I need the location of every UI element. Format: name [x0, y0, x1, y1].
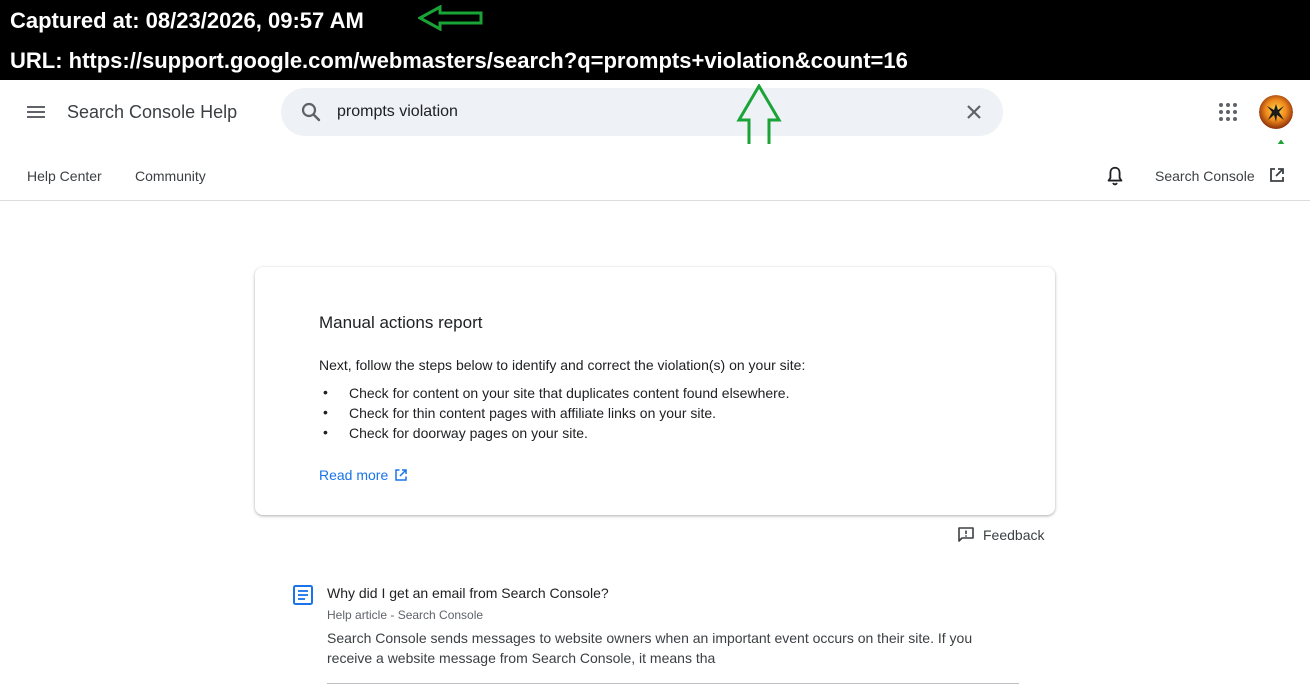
- close-icon[interactable]: [962, 100, 986, 124]
- menu-icon[interactable]: [24, 100, 48, 124]
- result-snippet: Search Console sends messages to website…: [327, 630, 973, 666]
- external-link-icon[interactable]: [1268, 166, 1286, 184]
- feedback-icon: [958, 527, 974, 542]
- list-item: Check for content on your site that dupl…: [319, 384, 790, 405]
- bell-icon[interactable]: [1104, 165, 1126, 187]
- search-icon[interactable]: [299, 100, 323, 124]
- search-console-link[interactable]: Search Console: [1155, 168, 1255, 184]
- result-meta: Help article - Search Console: [327, 608, 484, 622]
- feedback-button[interactable]: Feedback: [957, 526, 1044, 544]
- read-more-link[interactable]: Read more: [319, 467, 408, 483]
- featured-result-card: Manual actions report Next, follow the s…: [255, 267, 1055, 515]
- url-text: URL: https://support.google.com/webmaste…: [10, 48, 908, 73]
- search-box[interactable]: [281, 88, 1003, 136]
- feedback-label: Feedback: [983, 527, 1045, 543]
- external-link-icon: [395, 469, 408, 481]
- search-input[interactable]: [337, 98, 937, 126]
- result-divider: [327, 683, 1019, 684]
- nav-help-center[interactable]: Help Center: [27, 168, 102, 184]
- captured-at-text: Captured at: 08/23/2026, 09:57 AM: [10, 8, 364, 33]
- sub-navigation: Help Center Community Search Console: [0, 144, 1310, 201]
- nav-community[interactable]: Community: [135, 168, 206, 184]
- card-title: Manual actions report: [319, 313, 483, 332]
- result-title-link[interactable]: Why did I get an email from Search Conso…: [327, 585, 609, 601]
- arrow-left-icon: [418, 5, 483, 31]
- read-more-label: Read more: [319, 467, 389, 483]
- list-item: Check for thin content pages with affili…: [319, 404, 790, 425]
- document-icon: [293, 585, 313, 605]
- card-steps-list: Check for content on your site that dupl…: [319, 384, 790, 445]
- top-header: Search Console Help: [0, 80, 1310, 190]
- avatar[interactable]: [1259, 95, 1293, 129]
- card-lead-text: Next, follow the steps below to identify…: [319, 357, 806, 373]
- list-item: Check for doorway pages on your site.: [319, 424, 790, 445]
- app-title[interactable]: Search Console Help: [67, 102, 237, 123]
- apps-icon[interactable]: [1216, 100, 1240, 124]
- capture-bar: Captured at: 08/23/2026, 09:57 AM URL: h…: [0, 0, 1310, 80]
